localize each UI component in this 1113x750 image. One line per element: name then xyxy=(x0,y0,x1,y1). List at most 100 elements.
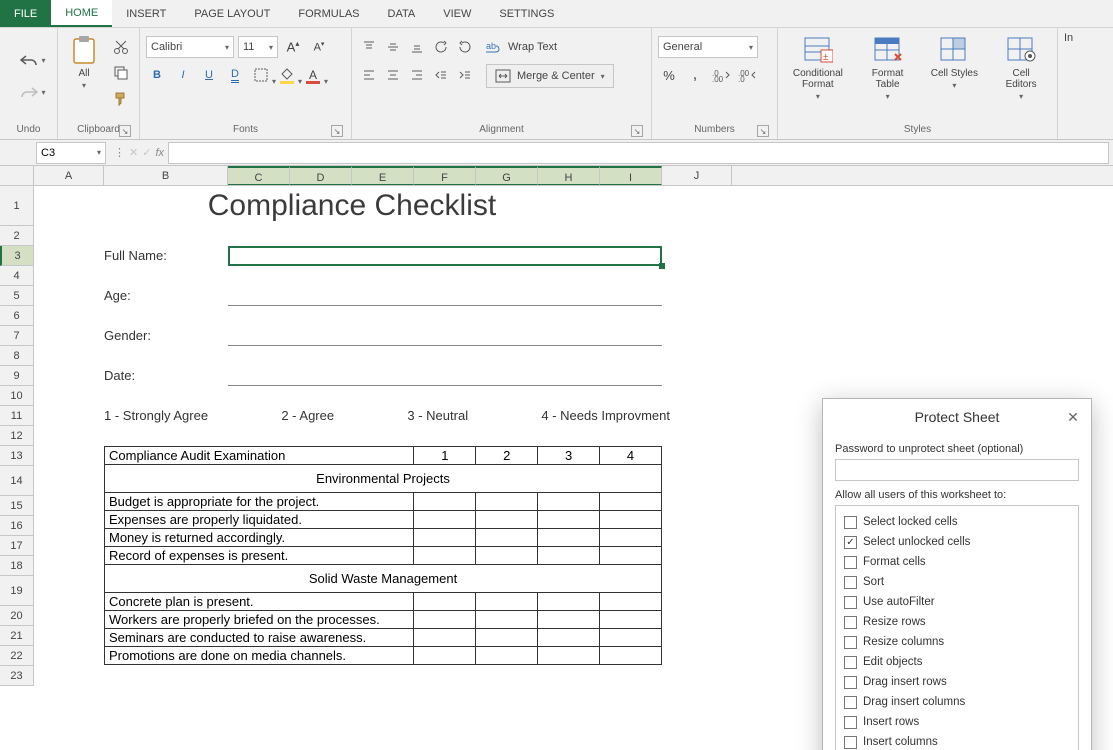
align-right-button[interactable] xyxy=(406,64,428,86)
conditional-format-button[interactable]: ± Conditional Format▾ xyxy=(785,32,851,103)
col-F[interactable]: F xyxy=(414,166,476,185)
fonts-launcher[interactable]: ↘ xyxy=(331,125,343,137)
worksheet[interactable]: A B C D E F G H I J 1 2 3 4 5 6 7 8 9 10… xyxy=(0,166,1113,750)
row-6[interactable]: 6 xyxy=(0,306,33,326)
col-D[interactable]: D xyxy=(290,166,352,185)
row-20[interactable]: 20 xyxy=(0,606,33,626)
input-date[interactable] xyxy=(228,366,662,386)
row-8[interactable]: 8 xyxy=(0,346,33,366)
selected-range[interactable] xyxy=(228,246,662,266)
format-table-button[interactable]: Format Table▾ xyxy=(859,32,917,103)
row-7[interactable]: 7 xyxy=(0,326,33,346)
col-B[interactable]: B xyxy=(104,166,228,185)
row-17[interactable]: 17 xyxy=(0,536,33,556)
permission-item[interactable]: Resize rows xyxy=(844,612,1070,632)
row-23[interactable]: 23 xyxy=(0,666,33,686)
input-gender[interactable] xyxy=(228,326,662,346)
italic-button[interactable]: I xyxy=(172,64,194,86)
percent-button[interactable]: % xyxy=(658,64,680,86)
alignment-launcher[interactable]: ↘ xyxy=(631,125,643,137)
format-painter-button[interactable] xyxy=(110,88,132,110)
comma-button[interactable]: , xyxy=(684,64,706,86)
row-5[interactable]: 5 xyxy=(0,286,33,306)
row-18[interactable]: 18 xyxy=(0,556,33,576)
underline-button[interactable]: U xyxy=(198,64,220,86)
row-13[interactable]: 13 xyxy=(0,446,33,466)
permission-item[interactable]: Resize columns xyxy=(844,632,1070,652)
col-I[interactable]: I xyxy=(600,166,662,185)
increase-decimal-button[interactable]: .0.00 xyxy=(710,64,732,86)
cell-styles-button[interactable]: Cell Styles▾ xyxy=(924,32,984,92)
col-J[interactable]: J xyxy=(662,166,732,185)
wrap-text-button[interactable]: ab Wrap Text xyxy=(486,36,614,58)
tab-insert[interactable]: INSERT xyxy=(112,0,180,27)
row-11[interactable]: 11 xyxy=(0,406,33,426)
tab-view[interactable]: VIEW xyxy=(429,0,485,27)
fill-handle[interactable] xyxy=(659,263,665,269)
row-21[interactable]: 21 xyxy=(0,626,33,646)
tab-settings[interactable]: SETTINGS xyxy=(485,0,568,27)
row-12[interactable]: 12 xyxy=(0,426,33,446)
tab-home[interactable]: HOME xyxy=(51,0,112,27)
checkbox[interactable] xyxy=(844,556,857,569)
align-left-button[interactable] xyxy=(358,64,380,86)
permission-item[interactable]: Use autoFilter xyxy=(844,592,1070,612)
col-E[interactable]: E xyxy=(352,166,414,185)
undo-button[interactable]: ▾ xyxy=(18,50,40,72)
numbers-launcher[interactable]: ↘ xyxy=(757,125,769,137)
row-14[interactable]: 14 xyxy=(0,466,33,496)
tab-page-layout[interactable]: PAGE LAYOUT xyxy=(180,0,284,27)
tab-data[interactable]: DATA xyxy=(374,0,430,27)
dialog-close-button[interactable]: ✕ xyxy=(1063,407,1083,427)
row-16[interactable]: 16 xyxy=(0,516,33,536)
number-format-combo[interactable]: General▾ xyxy=(658,36,758,58)
decrease-indent-button[interactable] xyxy=(430,64,452,86)
permission-item[interactable]: Drag insert rows xyxy=(844,672,1070,692)
checkbox[interactable] xyxy=(844,676,857,689)
font-color-button[interactable]: A▾ xyxy=(302,64,324,86)
password-input[interactable] xyxy=(835,459,1079,481)
accept-formula-icon[interactable]: ✓ xyxy=(142,146,151,159)
decrease-font-button[interactable]: A▾ xyxy=(308,36,330,58)
merge-center-button[interactable]: Merge & Center ▾ xyxy=(486,64,614,88)
checkbox[interactable] xyxy=(844,576,857,589)
decrease-decimal-button[interactable]: .00.0 xyxy=(736,64,758,86)
input-age[interactable] xyxy=(228,286,662,306)
align-middle-button[interactable] xyxy=(382,36,404,58)
increase-indent-button[interactable] xyxy=(454,64,476,86)
grid-body[interactable]: Compliance Checklist Full Name: Age: Gen… xyxy=(34,186,670,665)
align-center-button[interactable] xyxy=(382,64,404,86)
row-22[interactable]: 22 xyxy=(0,646,33,666)
permission-item[interactable]: Format cells xyxy=(844,552,1070,572)
cut-button[interactable] xyxy=(110,36,132,58)
checkbox[interactable] xyxy=(844,596,857,609)
redo-button[interactable]: ▾ xyxy=(18,82,40,104)
checkbox[interactable] xyxy=(844,516,857,529)
row-4[interactable]: 4 xyxy=(0,266,33,286)
double-underline-button[interactable]: D xyxy=(224,64,246,86)
paste-all-button[interactable]: All ▾ xyxy=(64,32,104,92)
row-3[interactable]: 3 xyxy=(0,246,33,266)
checkbox[interactable] xyxy=(844,656,857,669)
formula-input[interactable] xyxy=(168,142,1109,164)
tab-file[interactable]: FILE xyxy=(0,0,51,27)
permission-item[interactable]: Edit objects xyxy=(844,652,1070,672)
fx-icon[interactable]: fx xyxy=(155,147,164,159)
fill-color-button[interactable]: ▾ xyxy=(276,64,298,86)
permission-item[interactable]: Insert columns xyxy=(844,732,1070,750)
permission-item[interactable]: Sort xyxy=(844,572,1070,592)
col-A[interactable]: A xyxy=(34,166,104,185)
row-1[interactable]: 1 xyxy=(0,186,33,226)
cell-editors-button[interactable]: Cell Editors▾ xyxy=(992,32,1050,103)
permission-item[interactable]: ✓Select unlocked cells xyxy=(844,532,1070,552)
checkbox[interactable] xyxy=(844,616,857,629)
permission-item[interactable]: Drag insert columns xyxy=(844,692,1070,712)
col-G[interactable]: G xyxy=(476,166,538,185)
name-box[interactable]: C3▾ xyxy=(36,142,106,164)
tab-formulas[interactable]: FORMULAS xyxy=(284,0,373,27)
row-2[interactable]: 2 xyxy=(0,226,33,246)
row-10[interactable]: 10 xyxy=(0,386,33,406)
checkbox[interactable] xyxy=(844,716,857,729)
permission-item[interactable]: Insert rows xyxy=(844,712,1070,732)
checkbox[interactable]: ✓ xyxy=(844,536,857,549)
